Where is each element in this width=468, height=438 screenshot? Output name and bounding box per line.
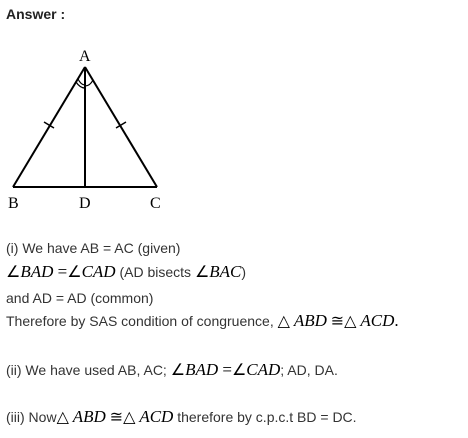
part3-line: (iii) Now△ ABD ≅△ ACD therefore by c.p.c… (6, 407, 357, 427)
part2-text1: (ii) We have used AB, AC; (6, 362, 171, 378)
angle-bac: BAC (209, 262, 242, 281)
vertex-label-b: B (8, 195, 19, 212)
triangle-acd: ACD (139, 407, 174, 426)
period: . (394, 311, 399, 330)
part1-line1: (i) We have AB = AC (given) (6, 240, 181, 256)
triangle-abd: ABD (72, 407, 106, 426)
part2-line: (ii) We have used AB, AC; ∠BAD =∠CAD; AD… (6, 360, 338, 380)
part1-line2: ∠BAD =∠CAD (AD bisects ∠BAC) (6, 262, 246, 282)
angle-cad: CAD (246, 360, 281, 379)
part1-line4: Therefore by SAS condition of congruence… (6, 311, 399, 331)
angle-symbol: ∠ (170, 360, 186, 379)
close-paren: ) (241, 264, 247, 280)
triangle-abd: ABD (293, 311, 327, 330)
angle-bad: BAD (20, 262, 54, 281)
vertex-label-a: A (79, 48, 91, 65)
equals-sign: = (53, 262, 68, 281)
triangle-symbol: △ (344, 311, 357, 330)
triangle-symbol: △ (277, 311, 290, 330)
side-ab (12, 66, 86, 188)
congruent-symbol: ≅ (330, 311, 345, 330)
angle-symbol: ∠ (6, 262, 21, 281)
sas-text: Therefore by SAS condition of congruence… (6, 313, 278, 329)
angle-symbol: ∠ (67, 262, 82, 281)
part1-line3: and AD = AD (common) (6, 290, 154, 306)
equals-sign: = (218, 360, 232, 379)
triangle-acd: ACD (360, 311, 395, 330)
triangle-symbol: △ (56, 407, 69, 426)
angle-arc-bad-inner (77, 78, 86, 86)
side-ac (84, 66, 158, 188)
triangle-symbol: △ (123, 407, 136, 426)
angle-cad: CAD (81, 262, 116, 281)
answer-heading: Answer : (6, 6, 66, 22)
part3-text1: (iii) Now (6, 409, 57, 425)
vertex-label-c: C (150, 195, 161, 212)
part2-text2: ; AD, DA. (280, 362, 338, 378)
triangle-figure: A B D C (8, 48, 161, 212)
congruent-symbol: ≅ (109, 407, 124, 426)
angle-arc-cad (84, 79, 94, 87)
angle-symbol: ∠ (194, 262, 210, 281)
vertex-label-d: D (79, 195, 91, 212)
angle-symbol: ∠ (231, 360, 247, 379)
part3-text2: therefore by c.p.c.t BD = DC. (173, 409, 357, 425)
bisects-text: (AD bisects (115, 264, 195, 280)
angle-bad: BAD (185, 360, 219, 379)
